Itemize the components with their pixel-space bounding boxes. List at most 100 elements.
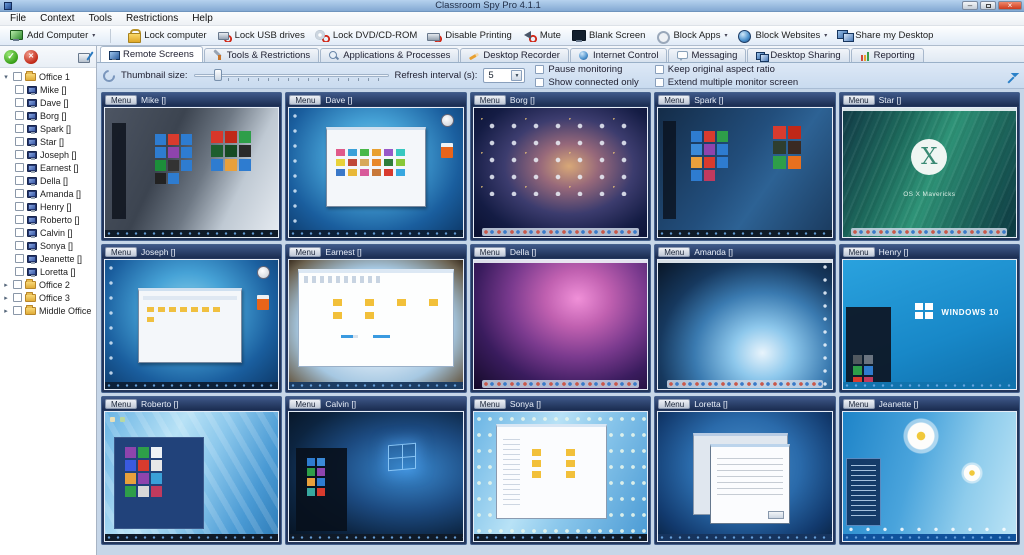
tree-computer-checkbox[interactable] — [15, 124, 24, 133]
card-menu-button[interactable]: Menu — [474, 247, 506, 257]
tree-computer-row[interactable]: Sonya [] — [0, 239, 96, 252]
option-checkbox[interactable]: Extend multiple monitor screen — [655, 77, 798, 88]
card-menu-button[interactable]: Menu — [105, 247, 137, 257]
tree-group-checkbox[interactable] — [13, 293, 22, 302]
refresh-icon[interactable] — [101, 67, 118, 84]
dropdown-arrow-icon[interactable]: ▾ — [724, 32, 727, 39]
tree-computer-checkbox[interactable] — [15, 85, 24, 94]
toolbar-button[interactable]: Disable Printing — [422, 28, 517, 43]
menu-item[interactable]: Tools — [82, 13, 119, 24]
tree-computer-checkbox[interactable] — [15, 254, 24, 263]
edit-computer-icon[interactable] — [78, 51, 92, 63]
card-menu-button[interactable]: Menu — [105, 95, 137, 105]
tree-expand-arrow-icon[interactable]: ▸ — [2, 281, 10, 289]
tree-computer-row[interactable]: Star [] — [0, 135, 96, 148]
tree-computer-checkbox[interactable] — [15, 267, 24, 276]
refresh-interval-select[interactable]: 5 ▼ — [483, 68, 525, 83]
remote-screen-thumbnail[interactable] — [473, 411, 648, 542]
tree-computer-row[interactable]: Mike [] — [0, 83, 96, 96]
tab[interactable]: Applications & Processes — [320, 48, 459, 62]
card-menu-button[interactable]: Menu — [474, 399, 506, 409]
tree-computer-row[interactable]: Calvin [] — [0, 226, 96, 239]
toolbar-button[interactable]: Blank Screen — [566, 28, 651, 43]
chevron-down-icon[interactable]: ▼ — [511, 70, 522, 81]
tab[interactable]: Internet Control — [570, 48, 667, 62]
tab[interactable]: Desktop Sharing — [747, 48, 849, 62]
tree-computer-checkbox[interactable] — [15, 163, 24, 172]
tree-computer-checkbox[interactable] — [15, 215, 24, 224]
remote-screen-thumbnail[interactable] — [842, 411, 1017, 542]
menu-item[interactable]: Help — [185, 13, 220, 24]
menu-item[interactable]: File — [3, 13, 33, 24]
remote-screen-thumbnail[interactable] — [104, 411, 279, 542]
remote-screen-thumbnail[interactable] — [288, 259, 463, 390]
select-all-check-button[interactable] — [4, 50, 18, 64]
toolbar-button[interactable]: Add Computer ▾ — [4, 28, 100, 43]
tree-computer-checkbox[interactable] — [15, 98, 24, 107]
remote-screen-thumbnail[interactable] — [657, 107, 832, 238]
card-menu-button[interactable]: Menu — [658, 247, 690, 257]
tree-computer-row[interactable]: Henry [] — [0, 200, 96, 213]
toolbar-button[interactable]: Lock computer — [121, 28, 211, 43]
tree-computer-checkbox[interactable] — [15, 189, 24, 198]
tree-group-row[interactable]: ▸ Office 2 — [0, 278, 96, 291]
tab[interactable]: Messaging — [668, 48, 746, 62]
checkbox-box[interactable] — [655, 78, 664, 87]
tree-computer-row[interactable]: Amanda [] — [0, 187, 96, 200]
tree-expand-arrow-icon[interactable]: ▸ — [2, 294, 10, 302]
tree-computer-row[interactable]: Joseph [] — [0, 148, 96, 161]
tree-computer-row[interactable]: Earnest [] — [0, 161, 96, 174]
checkbox-box[interactable] — [535, 65, 544, 74]
tree-computer-checkbox[interactable] — [15, 111, 24, 120]
tree-group-row[interactable]: ▸ Office 3 — [0, 291, 96, 304]
remote-screen-thumbnail[interactable] — [104, 107, 279, 238]
minimize-button[interactable]: – — [962, 1, 978, 10]
tree-group-checkbox[interactable] — [13, 280, 22, 289]
card-menu-button[interactable]: Menu — [843, 399, 875, 409]
tab[interactable]: Tools & Restrictions — [204, 48, 319, 62]
tree-computer-row[interactable]: Borg [] — [0, 109, 96, 122]
tree-computer-checkbox[interactable] — [15, 202, 24, 211]
card-menu-button[interactable]: Menu — [474, 95, 506, 105]
option-checkbox[interactable]: Keep original aspect ratio — [655, 64, 798, 75]
tree-computer-row[interactable]: Jeanette [] — [0, 252, 96, 265]
remote-screen-thumbnail[interactable] — [657, 259, 832, 390]
tree-group-row[interactable]: ▸ Middle Office — [0, 304, 96, 317]
menu-item[interactable]: Restrictions — [119, 13, 185, 24]
remote-screen-thumbnail[interactable]: WINDOWS 10 — [842, 259, 1017, 390]
toolbar-button[interactable]: Mute — [517, 28, 566, 43]
card-menu-button[interactable]: Menu — [658, 95, 690, 105]
tree-expand-arrow-icon[interactable]: ▸ — [2, 307, 10, 315]
checkbox-box[interactable] — [655, 65, 664, 74]
card-menu-button[interactable]: Menu — [105, 399, 137, 409]
tree-computer-row[interactable]: Loretta [] — [0, 265, 96, 278]
remote-screen-thumbnail[interactable] — [288, 107, 463, 238]
option-checkbox[interactable]: Show connected only — [535, 77, 638, 88]
expand-view-icon[interactable] — [1005, 70, 1018, 82]
tree-group-checkbox[interactable] — [13, 306, 22, 315]
deselect-all-button[interactable] — [24, 50, 38, 64]
tree-group-checkbox[interactable] — [13, 72, 22, 81]
toolbar-button[interactable]: Block Apps ▾ — [650, 28, 732, 43]
card-menu-button[interactable]: Menu — [289, 247, 321, 257]
toolbar-button[interactable]: Share my Desktop — [832, 28, 938, 43]
option-checkbox[interactable]: Pause monitoring — [535, 64, 638, 75]
tree-computer-row[interactable]: Roberto [] — [0, 213, 96, 226]
card-menu-button[interactable]: Menu — [658, 399, 690, 409]
menu-item[interactable]: Context — [33, 13, 81, 24]
slider-thumb[interactable] — [214, 69, 222, 81]
remote-screen-thumbnail[interactable] — [657, 411, 832, 542]
tree-computer-checkbox[interactable] — [15, 176, 24, 185]
dropdown-arrow-icon[interactable]: ▾ — [824, 32, 827, 39]
thumbnail-size-slider[interactable] — [194, 69, 389, 82]
tree-computer-checkbox[interactable] — [15, 228, 24, 237]
tree-computer-checkbox[interactable] — [15, 137, 24, 146]
slider-track[interactable] — [194, 74, 389, 77]
maximize-button[interactable] — [980, 1, 996, 10]
close-button[interactable]: × — [998, 1, 1022, 10]
tree-computer-row[interactable]: Della [] — [0, 174, 96, 187]
remote-screen-thumbnail[interactable] — [473, 259, 648, 390]
tab[interactable]: Reporting — [851, 48, 924, 62]
tree-computer-checkbox[interactable] — [15, 150, 24, 159]
tree-computer-row[interactable]: Dave [] — [0, 96, 96, 109]
